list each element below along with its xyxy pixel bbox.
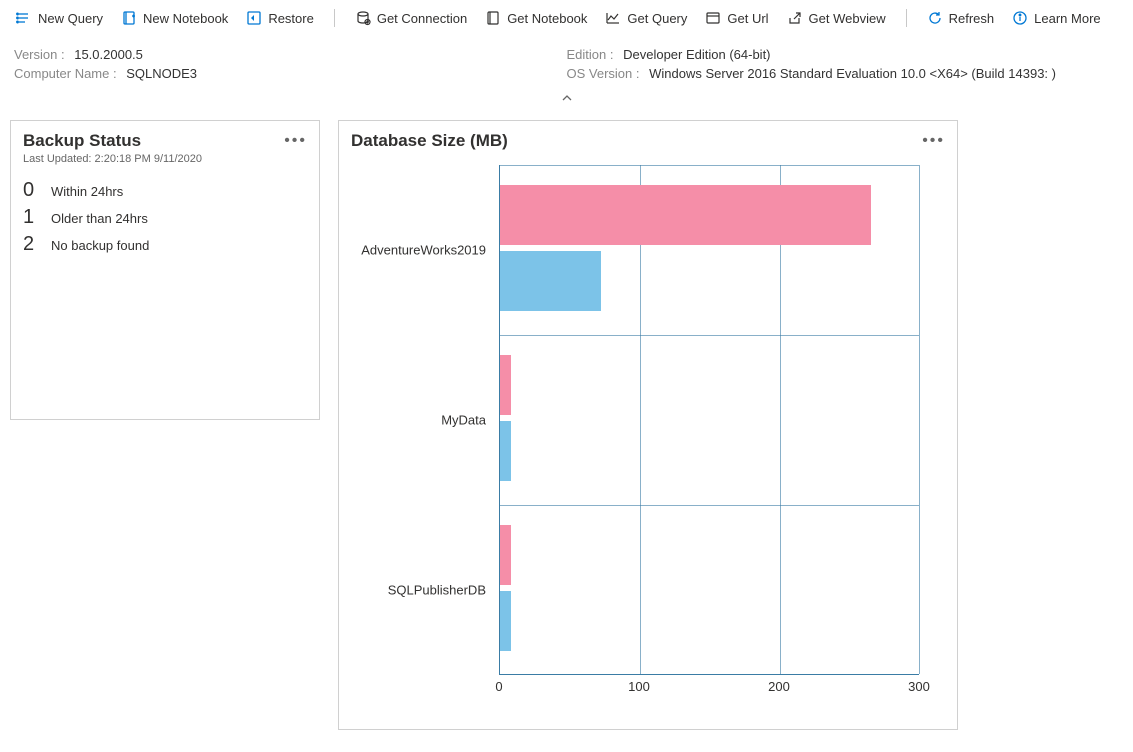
version-label: Version : [14, 47, 65, 62]
toolbar-separator [906, 9, 907, 27]
new-query-icon [16, 10, 32, 26]
chart-bar-series2 [500, 591, 511, 651]
database-size-title: Database Size (MB) [351, 131, 508, 151]
get-url-button[interactable]: Get Url [697, 6, 776, 30]
chart-gridline [500, 165, 919, 166]
restore-icon [246, 10, 262, 26]
refresh-button[interactable]: Refresh [919, 6, 1003, 30]
database-size-chart: AdventureWorks2019 MyData SQLPublisherDB [339, 153, 957, 713]
status-label: Within 24hrs [51, 184, 123, 199]
connection-icon [355, 10, 371, 26]
chart-gridline [919, 165, 920, 674]
chart-plot [499, 165, 919, 675]
computer-name-value: SQLNODE3 [126, 66, 197, 81]
backup-last-updated: Last Updated: 2:20:18 PM 9/11/2020 [11, 153, 319, 175]
edition-value: Developer Edition (64-bit) [623, 47, 770, 62]
new-notebook-label: New Notebook [143, 11, 228, 26]
status-label: No backup found [51, 238, 149, 253]
computer-name-label: Computer Name : [14, 66, 117, 81]
refresh-label: Refresh [949, 11, 995, 26]
get-connection-button[interactable]: Get Connection [347, 6, 475, 30]
chart-bar-series2 [500, 251, 601, 311]
chart-bar-series1 [500, 355, 511, 415]
os-version-label: OS Version : [567, 66, 640, 81]
restore-button[interactable]: Restore [238, 6, 322, 30]
status-label: Older than 24hrs [51, 211, 148, 226]
backup-status-title: Backup Status [23, 131, 141, 151]
get-url-label: Get Url [727, 11, 768, 26]
toolbar-separator [334, 9, 335, 27]
chart-gridline [500, 505, 919, 506]
chart-bar-series2 [500, 421, 511, 481]
version-value: 15.0.2000.5 [74, 47, 143, 62]
chart-category-label: AdventureWorks2019 [361, 243, 486, 258]
status-item: 1 Older than 24hrs [23, 206, 307, 229]
size-widget-more-button[interactable]: ••• [922, 137, 945, 145]
chart-category-label: SQLPublisherDB [388, 583, 486, 598]
get-notebook-button[interactable]: Get Notebook [477, 6, 595, 30]
database-size-widget: Database Size (MB) ••• AdventureWorks201… [338, 120, 958, 730]
edition-label: Edition : [567, 47, 614, 62]
chart-line-icon [605, 10, 621, 26]
chart-x-tick: 100 [628, 679, 650, 694]
backup-widget-more-button[interactable]: ••• [284, 137, 307, 145]
chart-x-tick: 0 [495, 679, 502, 694]
info-icon [1012, 10, 1028, 26]
get-notebook-icon [485, 10, 501, 26]
chart-x-tick: 200 [768, 679, 790, 694]
learn-more-label: Learn More [1034, 11, 1100, 26]
get-notebook-label: Get Notebook [507, 11, 587, 26]
status-count: 1 [23, 206, 41, 229]
collapse-row [0, 89, 1133, 114]
notebook-icon [121, 10, 137, 26]
status-count: 0 [23, 179, 41, 202]
new-notebook-button[interactable]: New Notebook [113, 6, 236, 30]
get-query-label: Get Query [627, 11, 687, 26]
toolbar: New Query New Notebook Restore Get Co [0, 0, 1133, 37]
refresh-icon [927, 10, 943, 26]
chevron-up-icon[interactable] [560, 93, 574, 103]
get-connection-label: Get Connection [377, 11, 467, 26]
new-query-button[interactable]: New Query [8, 6, 111, 30]
learn-more-button[interactable]: Learn More [1004, 6, 1108, 30]
chart-gridline [500, 335, 919, 336]
status-item: 0 Within 24hrs [23, 179, 307, 202]
widgets-row: Backup Status ••• Last Updated: 2:20:18 … [0, 114, 1133, 736]
status-item: 2 No backup found [23, 233, 307, 256]
backup-status-list: 0 Within 24hrs 1 Older than 24hrs 2 No b… [11, 175, 319, 264]
chart-bar-series1 [500, 185, 871, 245]
chart-bar-series1 [500, 525, 511, 585]
get-query-button[interactable]: Get Query [597, 6, 695, 30]
chart-x-axis: 0 100 200 300 [499, 679, 919, 699]
chart-category-label: MyData [441, 413, 486, 428]
get-webview-label: Get Webview [809, 11, 886, 26]
chart-x-tick: 300 [908, 679, 930, 694]
external-icon [787, 10, 803, 26]
status-count: 2 [23, 233, 41, 256]
info-bar: Version : 15.0.2000.5 Computer Name : SQ… [0, 37, 1133, 89]
new-query-label: New Query [38, 11, 103, 26]
backup-status-widget: Backup Status ••• Last Updated: 2:20:18 … [10, 120, 320, 420]
url-icon [705, 10, 721, 26]
get-webview-button[interactable]: Get Webview [779, 6, 894, 30]
os-version-value: Windows Server 2016 Standard Evaluation … [649, 66, 1056, 81]
restore-label: Restore [268, 11, 314, 26]
